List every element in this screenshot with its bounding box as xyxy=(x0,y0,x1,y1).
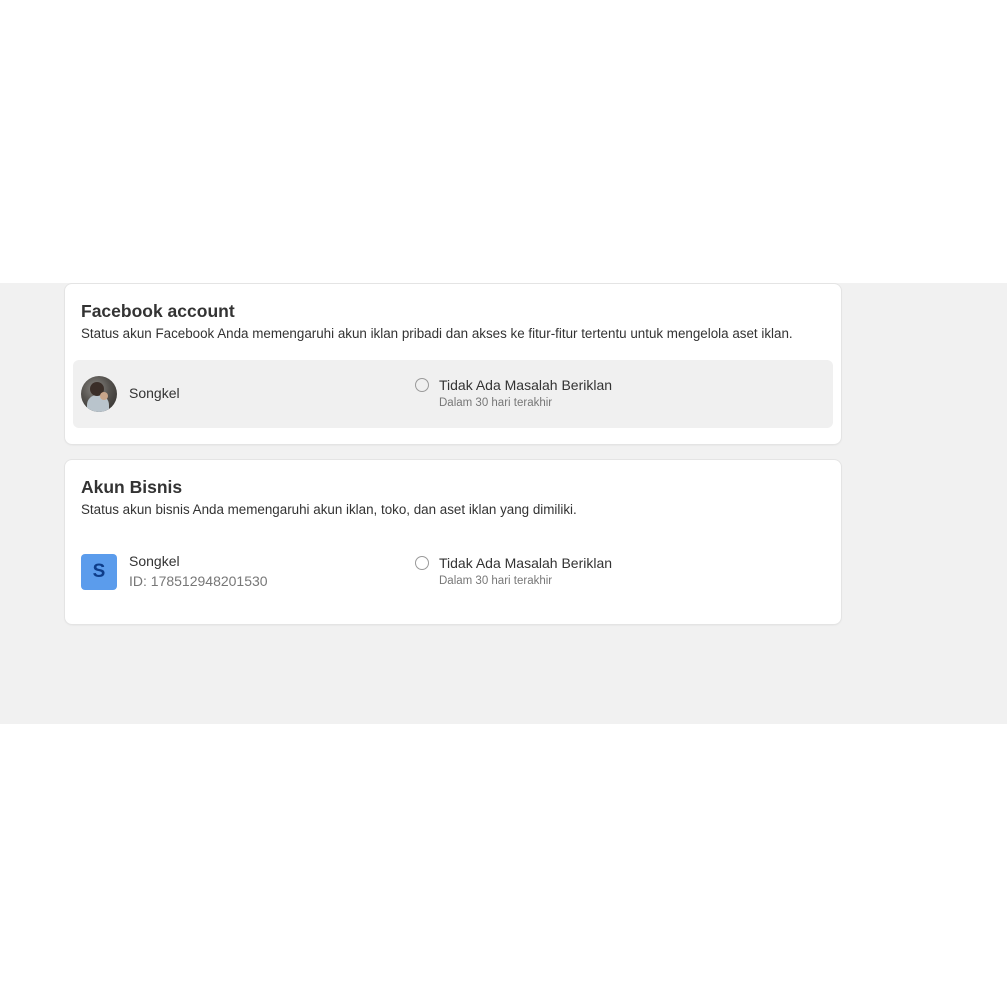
business-account-row[interactable]: S Songkel ID: 178512948201530 Tidak Ada … xyxy=(73,540,833,608)
business-account-description: Status akun bisnis Anda memengaruhi akun… xyxy=(81,502,577,517)
business-account-name: Songkel xyxy=(129,553,180,569)
business-account-status: Tidak Ada Masalah Beriklan xyxy=(439,555,613,571)
avatar xyxy=(81,376,117,412)
status-circle-icon xyxy=(415,556,429,570)
business-account-title: Akun Bisnis xyxy=(81,477,183,497)
status-circle-icon xyxy=(415,378,429,392)
facebook-account-status-period: Dalam 30 hari terakhir xyxy=(439,397,553,409)
facebook-account-name: Songkel xyxy=(129,385,180,401)
business-account-id: ID: 178512948201530 xyxy=(129,573,268,589)
facebook-account-description: Status akun Facebook Anda memengaruhi ak… xyxy=(81,326,793,341)
facebook-account-row[interactable]: Songkel Tidak Ada Masalah Beriklan Dalam… xyxy=(73,360,833,428)
business-avatar: S xyxy=(81,554,117,590)
facebook-account-card: Facebook account Status akun Facebook An… xyxy=(65,284,841,444)
business-account-status-period: Dalam 30 hari terakhir xyxy=(439,575,553,587)
facebook-account-title: Facebook account xyxy=(81,301,235,321)
facebook-account-status: Tidak Ada Masalah Beriklan xyxy=(439,377,613,393)
business-account-card: Akun Bisnis Status akun bisnis Anda meme… xyxy=(65,460,841,624)
